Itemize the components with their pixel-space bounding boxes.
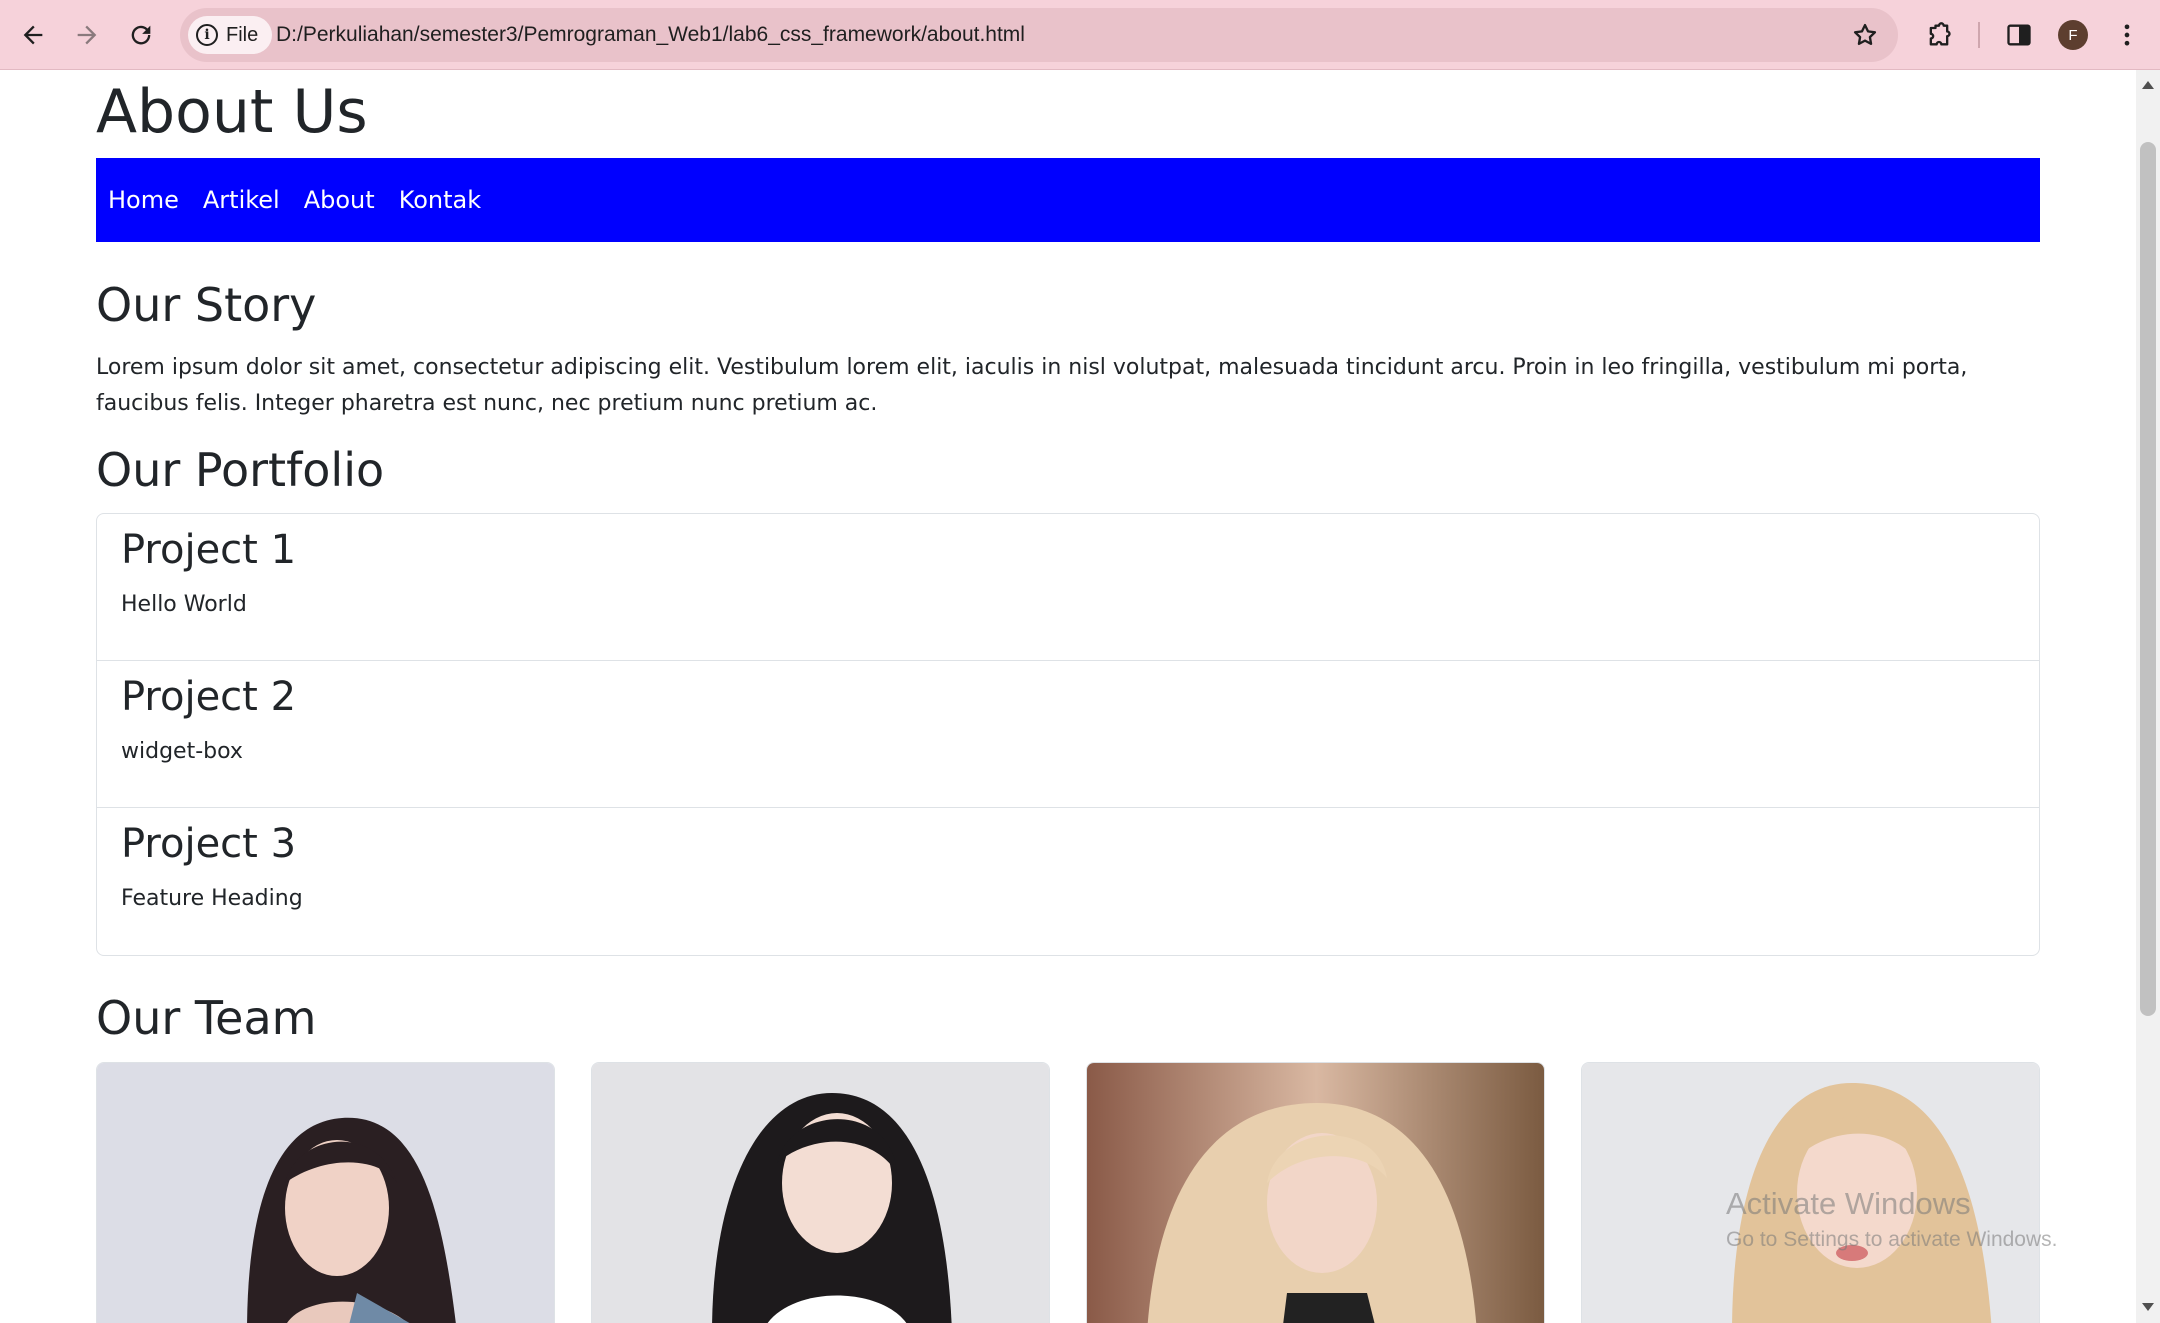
reload-button[interactable] [120,14,162,56]
page-viewport: About Us Home Artikel About Kontak Our S… [0,70,2136,1323]
side-panel-icon [2007,24,2031,46]
menu-button[interactable] [2106,14,2148,56]
portfolio-list: Project 1 Hello World Project 2 widget-b… [96,513,2040,956]
team-card-2 [591,1062,1050,1323]
portfolio-heading: Our Portfolio [96,443,385,497]
portfolio-item: Project 3 Feature Heading [97,808,2039,955]
watermark-subtitle: Go to Settings to activate Windows. [1726,1228,2058,1251]
project-title: Project 2 [121,674,297,720]
vertical-scrollbar[interactable] [2136,70,2160,1323]
team-photo-3 [1087,1063,1544,1323]
project-description: widget-box [121,739,243,764]
site-info-chip[interactable]: i File [188,16,273,54]
triangle-up-icon [2142,81,2154,89]
nav-link-artikel[interactable]: Artikel [203,186,280,214]
project-description: Hello World [121,592,247,617]
kebab-menu-icon [2124,24,2130,46]
team-photo-2 [592,1063,1049,1323]
reload-icon [131,25,151,45]
project-title: Project 3 [121,821,297,867]
site-chip-label: File [226,23,259,46]
browser-toolbar: i File D:/Perkuliahan/semester3/Pemrogra… [0,0,2160,70]
portfolio-item: Project 2 widget-box [97,661,2039,808]
main-navbar: Home Artikel About Kontak [96,158,2040,242]
side-panel-button[interactable] [1998,14,2040,56]
triangle-down-icon [2142,1303,2154,1311]
team-photo-1 [97,1063,554,1323]
watermark-title: Activate Windows [1726,1186,1971,1221]
url-text[interactable]: D:/Perkuliahan/semester3/Pemrograman_Web… [276,8,1025,62]
nav-link-kontak[interactable]: Kontak [399,186,481,214]
project-title: Project 1 [121,527,297,573]
scroll-thumb[interactable] [2140,142,2156,1016]
team-card-3 [1086,1062,1545,1323]
bookmark-button[interactable] [1848,18,1882,52]
arrow-left-icon [23,25,43,45]
activate-windows-watermark: Activate Windows Go to Settings to activ… [1726,1186,2058,1252]
address-bar[interactable]: i File D:/Perkuliahan/semester3/Pemrogra… [180,8,1898,62]
info-icon: i [196,24,218,46]
scroll-up-button[interactable] [2136,74,2160,96]
nav-link-about[interactable]: About [304,186,375,214]
page-title: About Us [96,77,368,147]
puzzle-icon [1929,22,1951,46]
arrow-right-icon [77,25,97,45]
toolbar-divider [1978,22,1980,48]
profile-avatar[interactable]: F [2058,20,2088,50]
portfolio-item: Project 1 Hello World [97,514,2039,661]
team-heading: Our Team [96,991,317,1045]
back-button[interactable] [12,14,54,56]
project-description: Feature Heading [121,886,303,911]
forward-button[interactable] [66,14,108,56]
star-icon [1853,23,1877,46]
story-heading: Our Story [96,278,317,332]
team-card-1 [96,1062,555,1323]
story-paragraph: Lorem ipsum dolor sit amet, consectetur … [96,355,1968,416]
scroll-down-button[interactable] [2136,1296,2160,1318]
extensions-button[interactable] [1918,14,1960,56]
nav-link-home[interactable]: Home [108,186,179,214]
